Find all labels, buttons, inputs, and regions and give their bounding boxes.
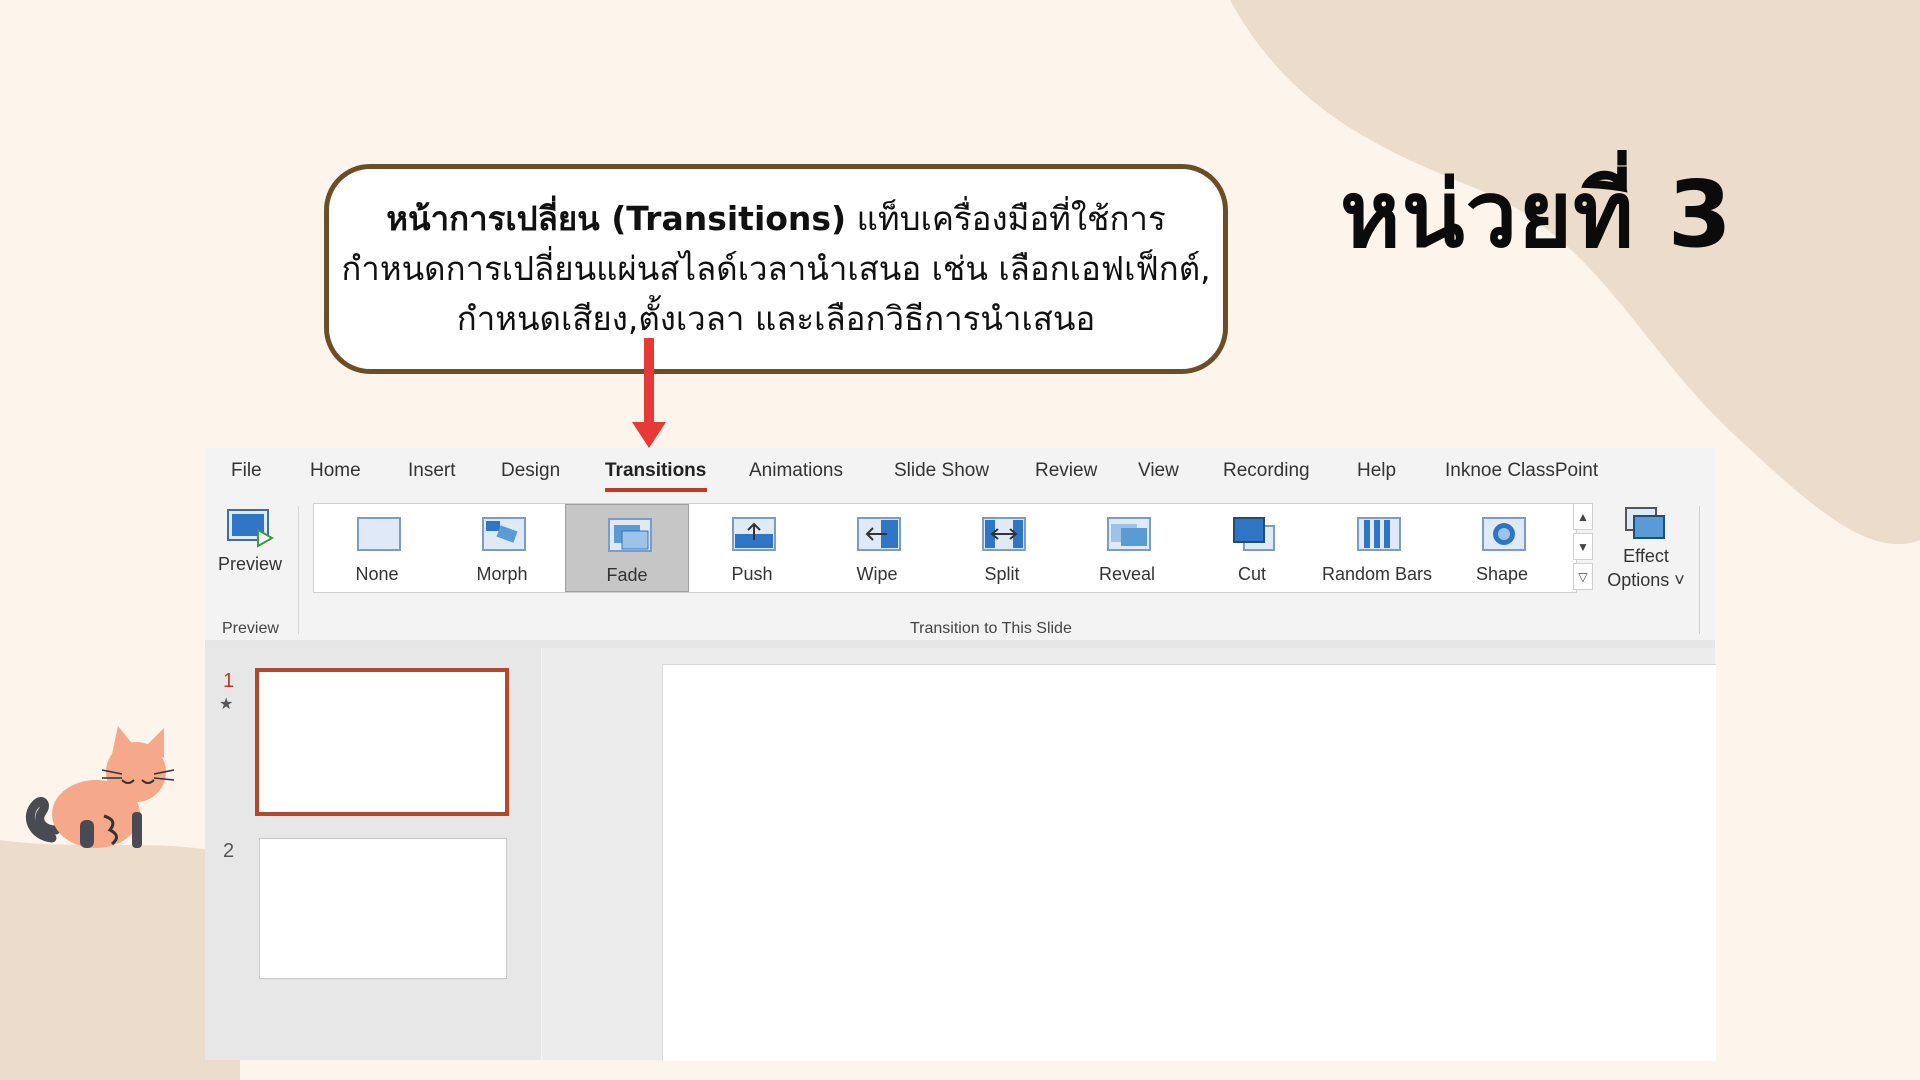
slide-number-1: 1 [223, 670, 235, 692]
transition-none-icon [357, 517, 401, 551]
page-title: หน่วยที่ 3 [1340, 161, 1733, 268]
transition-reveal[interactable]: Reveal [1065, 504, 1189, 592]
slide-thumbnail-1[interactable] [255, 668, 509, 816]
transition-wipe-icon [857, 517, 901, 551]
effect-options-button[interactable]: Effect Options ˅ [1601, 506, 1691, 606]
callout-box: หน้าการเปลี่ยน (Transitions) แท็บเครื่อง… [324, 164, 1228, 374]
preview-icon [227, 509, 274, 548]
transitions-group-label: Transition to This Slide [910, 620, 1072, 637]
tab-review[interactable]: Review [1035, 460, 1097, 482]
transition-split[interactable]: Split [940, 504, 1064, 592]
ribbon-border [205, 640, 1715, 648]
tab-help[interactable]: Help [1357, 460, 1396, 482]
tab-file[interactable]: File [231, 460, 262, 482]
transition-none[interactable]: None [315, 504, 439, 592]
transition-wipe-label: Wipe [856, 564, 898, 584]
gallery-scroll-down-button[interactable]: ▼ [1573, 533, 1593, 560]
transitions-ribbon: Preview Preview None Morph Fade Push Wip… [205, 498, 1715, 640]
callout-bold-text: หน้าการเปลี่ยน (Transitions) [386, 199, 847, 238]
tab-inknoe-classpoint[interactable]: Inknoe ClassPoint [1445, 460, 1598, 482]
preview-group-label: Preview [222, 620, 279, 637]
transition-fade[interactable]: Fade [565, 504, 689, 592]
tab-home[interactable]: Home [310, 460, 361, 482]
slide-number-2: 2 [223, 840, 235, 862]
effect-options-label-2: Options ˅ [1607, 570, 1685, 590]
transition-wipe[interactable]: Wipe [815, 504, 939, 592]
effect-options-icon [1625, 507, 1665, 539]
tab-transitions[interactable]: Transitions [605, 460, 706, 482]
callout-line-3: กำหนดเสียง,ตั้งเวลา และเลือกวิธีการนำเสน… [456, 299, 1096, 338]
transition-split-icon [982, 517, 1026, 551]
transition-shape-icon [1482, 517, 1526, 551]
cat-illustration [26, 726, 175, 848]
callout-line-1: หน้าการเปลี่ยน (Transitions) แท็บเครื่อง… [386, 194, 1165, 244]
transition-fade-label: Fade [606, 565, 648, 585]
callout-line-2: กำหนดการเปลี่ยนแผ่นสไลด์เวลานำเสนอ เช่น … [341, 249, 1211, 288]
tab-slide-show[interactable]: Slide Show [894, 460, 989, 482]
tab-view[interactable]: View [1138, 460, 1179, 482]
transition-push-label: Push [731, 564, 773, 584]
slide-editor-area [542, 648, 1716, 1061]
transition-reveal-label: Reveal [1098, 564, 1156, 584]
tab-animations[interactable]: Animations [749, 460, 843, 482]
transition-push[interactable]: Push [690, 504, 814, 592]
transition-morph-icon [482, 517, 526, 551]
transition-morph-label: Morph [476, 564, 528, 584]
gallery-more-button[interactable]: ▽ [1573, 563, 1593, 590]
group-separator [298, 506, 299, 634]
transition-star-icon: ★ [219, 696, 234, 713]
transition-gallery: None Morph Fade Push Wipe Split Reveal C… [313, 503, 1577, 593]
transition-none-label: None [355, 564, 399, 584]
slide-canvas[interactable] [662, 664, 1716, 1061]
transition-push-icon [732, 517, 776, 551]
transition-cut[interactable]: Cut [1190, 504, 1314, 592]
transition-random-bars-icon [1357, 517, 1401, 551]
transition-morph[interactable]: Morph [440, 504, 564, 592]
pointer-arrow-head [632, 422, 666, 448]
transition-cut-label: Cut [1237, 564, 1266, 584]
preview-button[interactable]: Preview [215, 508, 285, 588]
slide-thumbnail-pane: 1 ★ 2 [205, 648, 541, 1060]
chevron-down-icon: ˅ [1674, 570, 1685, 590]
pointer-arrow-shaft [644, 338, 654, 424]
ribbon-tab-bar: File Home Insert Design Transitions Anim… [205, 448, 1715, 498]
slide-thumbnail-2[interactable] [259, 838, 507, 979]
transition-cut-icon [1233, 517, 1275, 551]
preview-label: Preview [217, 554, 283, 574]
group-separator-right [1699, 506, 1700, 634]
active-tab-indicator [605, 488, 707, 492]
transition-random-bars-label: Random Bars [1321, 564, 1433, 584]
callout-line-1-text: แท็บเครื่องมือที่ใช้การ [846, 199, 1166, 238]
tab-design[interactable]: Design [501, 460, 560, 482]
transition-fade-icon [608, 518, 652, 552]
background-blob-bottom-left [0, 840, 240, 1080]
gallery-scroll: ▲ ▼ ▽ [1573, 503, 1595, 593]
tab-insert[interactable]: Insert [408, 460, 456, 482]
transition-split-label: Split [984, 564, 1020, 584]
tab-recording[interactable]: Recording [1223, 460, 1310, 482]
transition-reveal-icon [1107, 517, 1151, 551]
gallery-scroll-up-button[interactable]: ▲ [1573, 503, 1593, 530]
powerpoint-window: File Home Insert Design Transitions Anim… [205, 448, 1716, 1061]
effect-options-label-1: Effect [1623, 546, 1669, 566]
transition-shape[interactable]: Shape [1440, 504, 1564, 592]
transition-shape-label: Shape [1475, 564, 1529, 584]
transition-random-bars[interactable]: Random Bars [1315, 504, 1439, 592]
